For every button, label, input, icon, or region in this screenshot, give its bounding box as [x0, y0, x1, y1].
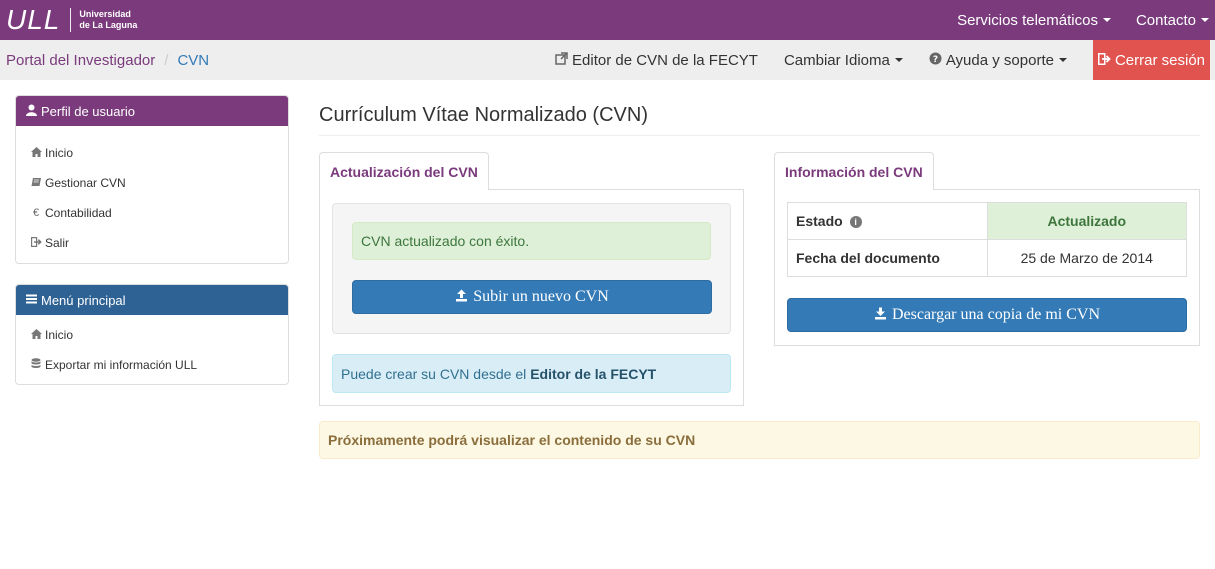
success-alert: CVN actualizado con éxito. — [352, 222, 711, 260]
fecyt-editor-inline-link[interactable]: Editor de la FECYT — [530, 366, 656, 382]
breadcrumb-separator: / — [164, 51, 169, 69]
secondary-navbar: Portal del Investigador / CVN Editor de … — [0, 40, 1215, 80]
caret-down-icon — [1102, 18, 1111, 22]
tab-actualizacion-cvn[interactable]: Actualización del CVN — [319, 152, 489, 190]
fecyt-editor-link[interactable]: Editor de CVN de la FECYT — [555, 52, 758, 69]
info-circle-icon[interactable]: i — [849, 216, 862, 229]
services-dropdown[interactable]: Servicios telemáticos — [957, 12, 1111, 29]
upcoming-feature-notice: Próximamente podrá visualizar el conteni… — [319, 421, 1200, 459]
home-icon — [30, 146, 42, 160]
user-profile-panel-title: Perfil de usuario — [41, 103, 135, 119]
title-divider — [319, 135, 1200, 136]
upload-cvn-button[interactable]: Subir un nuevo CVN — [352, 280, 712, 314]
page-title: Currículum Vítae Normalizado (CVN) — [319, 104, 648, 126]
success-message: CVN actualizado con éxito. — [361, 233, 530, 249]
caret-down-icon — [1201, 18, 1209, 22]
table-row: Estado i Actualizado — [787, 202, 1187, 240]
caret-down-icon — [1058, 58, 1067, 62]
secondary-nav-menu: Editor de CVN de la FECYT Cambiar Idioma… — [555, 40, 1210, 80]
status-value: Actualizado — [986, 202, 1187, 240]
download-button-label: Descargar una copia de mi CVN — [891, 306, 1101, 323]
contact-label: Contacto — [1135, 11, 1196, 29]
user-profile-panel-header: Perfil de usuario — [16, 96, 288, 126]
table-row: Fecha del documento 25 de Marzo de 2014 — [787, 239, 1187, 277]
external-link-icon — [555, 52, 568, 68]
fecyt-editor-label: Editor de CVN de la FECYT — [572, 51, 758, 69]
sidebar-item-exportar[interactable]: Exportar mi información ULL — [16, 350, 288, 380]
logo-mark: ULL — [6, 4, 61, 35]
logo-line-1: Universidad — [79, 9, 131, 19]
sidebar-item-label: Salir — [45, 236, 70, 250]
sidebar-item-label: Contabilidad — [45, 206, 112, 220]
sidebar-item-label: Inicio — [45, 146, 74, 160]
cvn-info-table: Estado i Actualizado Fecha del documento… — [787, 202, 1187, 277]
logo-text: Universidad de La Laguna — [79, 9, 137, 31]
main-menu-panel: Menú principal Inicio Exportar mi inform… — [15, 284, 289, 385]
log-out-icon — [30, 236, 42, 250]
logout-label: Cerrar sesión — [1114, 51, 1205, 69]
tab-label: Actualización del CVN — [330, 163, 478, 180]
document-date-label: Fecha del documento — [787, 239, 988, 277]
sidebar-item-salir[interactable]: Salir — [16, 228, 288, 258]
user-profile-menu: Inicio Gestionar CVN € Contabilidad Sali… — [16, 126, 288, 258]
sidebar-item-inicio[interactable]: Inicio — [16, 320, 288, 350]
sidebar-item-contabilidad[interactable]: € Contabilidad — [16, 198, 288, 228]
sidebar-item-label: Exportar mi información ULL — [45, 358, 198, 372]
main-menu-list: Inicio Exportar mi información ULL — [16, 315, 288, 380]
upload-button-label: Subir un nuevo CVN — [473, 288, 609, 305]
download-cvn-button[interactable]: Descargar una copia de mi CVN — [787, 298, 1187, 332]
question-circle-icon: ? — [929, 52, 942, 68]
tab-informacion-cvn[interactable]: Información del CVN — [774, 152, 934, 190]
top-menu: Servicios telemáticos Contacto — [932, 0, 1209, 40]
status-label-cell: Estado i — [787, 202, 988, 240]
main-menu-panel-title: Menú principal — [41, 292, 126, 308]
user-icon — [26, 104, 37, 119]
sidebar-item-gestionar-cvn[interactable]: Gestionar CVN — [16, 168, 288, 198]
log-out-icon — [1097, 52, 1111, 69]
document-date-value: 25 de Marzo de 2014 — [986, 239, 1187, 277]
euro-icon: € — [32, 207, 40, 219]
sidebar-item-label: Inicio — [45, 328, 74, 342]
logo-line-2: de La Laguna — [79, 20, 138, 30]
home-icon — [30, 328, 42, 342]
caret-down-icon — [894, 58, 903, 62]
fecyt-info-alert: Puede crear su CVN desde el Editor de la… — [332, 354, 731, 393]
university-logo[interactable]: ULL Universidad de La Laguna — [6, 6, 137, 34]
user-profile-panel: Perfil de usuario Inicio Gestionar CVN €… — [15, 95, 289, 264]
top-header-bar: ULL Universidad de La Laguna Servicios t… — [0, 0, 1215, 40]
notice-text: Próximamente podrá visualizar el conteni… — [328, 432, 696, 448]
sidebar-item-inicio[interactable]: Inicio — [16, 138, 288, 168]
help-dropdown[interactable]: ? Ayuda y soporte — [929, 52, 1067, 69]
status-label: Estado — [796, 213, 843, 229]
services-label: Servicios telemáticos — [957, 11, 1098, 29]
contact-dropdown[interactable]: Contacto — [1136, 12, 1209, 29]
menu-list-icon — [26, 293, 37, 307]
help-label: Ayuda y soporte — [945, 51, 1054, 69]
upload-icon — [455, 289, 468, 306]
breadcrumb: Portal del Investigador / CVN — [6, 40, 209, 80]
main-menu-panel-header: Menú principal — [16, 285, 288, 315]
info-text: Puede crear su CVN desde el — [341, 365, 527, 382]
breadcrumb-home-link[interactable]: Portal del Investigador — [6, 52, 155, 69]
breadcrumb-current: CVN — [177, 51, 210, 69]
svg-text:?: ? — [933, 55, 938, 65]
book-icon — [30, 177, 42, 190]
logout-button[interactable]: Cerrar sesión — [1092, 40, 1210, 80]
language-label: Cambiar Idioma — [783, 51, 890, 69]
database-icon — [30, 358, 42, 372]
logo-divider — [70, 8, 72, 32]
sidebar-item-label: Gestionar CVN — [45, 176, 126, 190]
language-dropdown[interactable]: Cambiar Idioma — [784, 52, 903, 69]
tab-label: Información del CVN — [785, 163, 923, 180]
download-icon — [874, 307, 887, 324]
